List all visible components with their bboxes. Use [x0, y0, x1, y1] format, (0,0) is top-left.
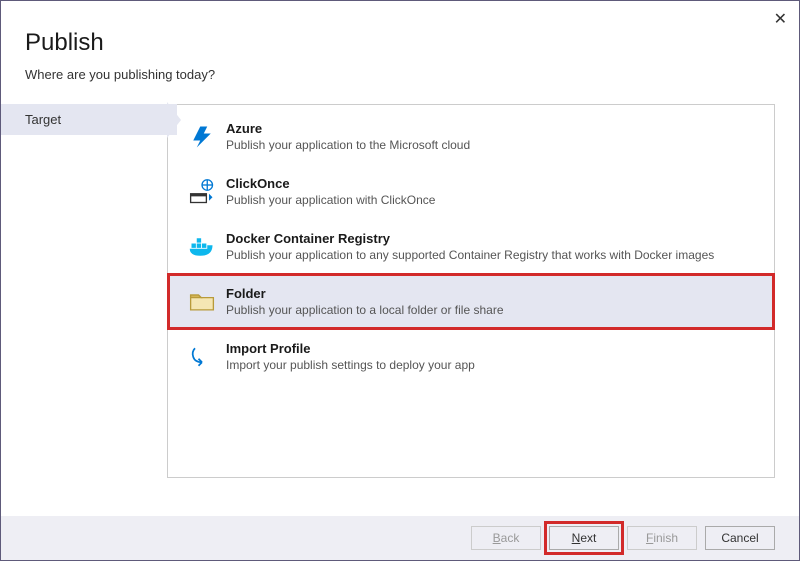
wizard-steps: Target	[1, 104, 167, 478]
docker-icon	[182, 231, 222, 261]
option-folder[interactable]: Folder Publish your application to a loc…	[168, 274, 774, 329]
cancel-button[interactable]: Cancel	[705, 526, 775, 550]
target-options-panel: Azure Publish your application to the Mi…	[167, 104, 775, 478]
step-target[interactable]: Target	[1, 104, 177, 135]
folder-icon	[182, 286, 222, 316]
close-icon[interactable]: ✕	[774, 9, 787, 29]
clickonce-icon	[182, 176, 222, 206]
option-title: ClickOnce	[226, 176, 760, 191]
option-desc: Publish your application to the Microsof…	[226, 138, 760, 152]
next-button[interactable]: Next	[549, 526, 619, 550]
option-desc: Publish your application with ClickOnce	[226, 193, 760, 207]
option-desc: Publish your application to a local fold…	[226, 303, 760, 317]
back-button: Back	[471, 526, 541, 550]
import-icon	[182, 341, 222, 371]
finish-button: Finish	[627, 526, 697, 550]
option-desc: Publish your application to any supporte…	[226, 248, 760, 262]
option-clickonce[interactable]: ClickOnce Publish your application with …	[168, 164, 774, 219]
option-title: Docker Container Registry	[226, 231, 760, 246]
option-import-profile[interactable]: Import Profile Import your publish setti…	[168, 329, 774, 384]
page-subtitle: Where are you publishing today?	[25, 67, 775, 82]
azure-icon	[182, 121, 222, 151]
option-title: Import Profile	[226, 341, 760, 356]
wizard-footer: Back Next Finish Cancel	[1, 516, 799, 560]
option-desc: Import your publish settings to deploy y…	[226, 358, 760, 372]
option-title: Folder	[226, 286, 760, 301]
option-docker[interactable]: Docker Container Registry Publish your a…	[168, 219, 774, 274]
page-title: Publish	[25, 29, 775, 57]
header: Publish Where are you publishing today?	[1, 1, 799, 90]
option-title: Azure	[226, 121, 760, 136]
option-azure[interactable]: Azure Publish your application to the Mi…	[168, 109, 774, 164]
